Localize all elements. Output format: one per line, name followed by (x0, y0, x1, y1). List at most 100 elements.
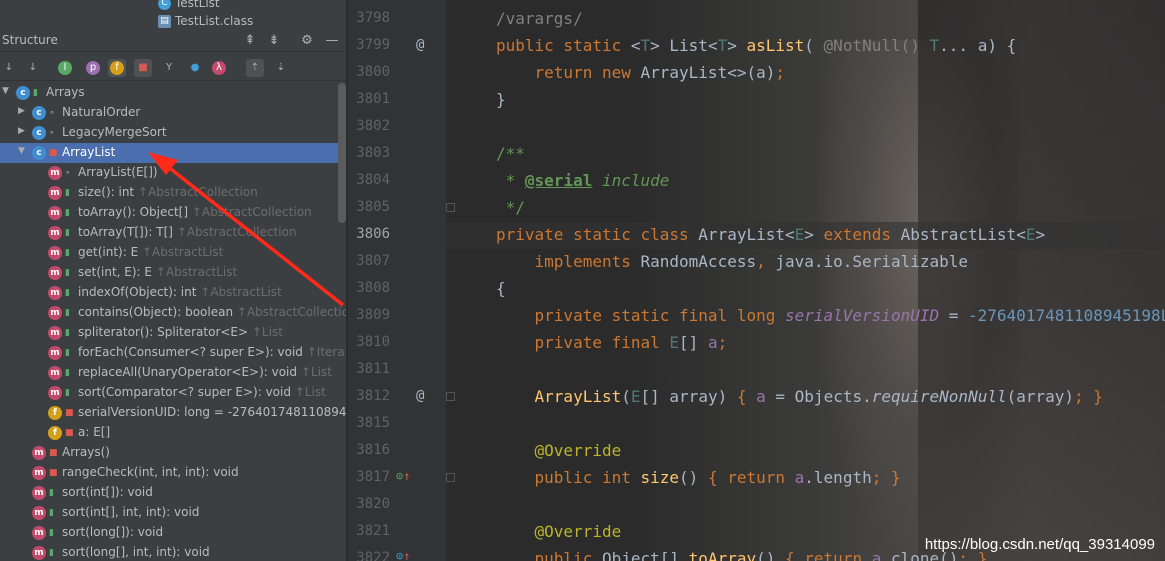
sort-alphabetically-icon[interactable]: ↓ (24, 59, 42, 77)
file-item-testlist[interactable]: C TestList (158, 0, 220, 11)
public-icon: ▮ (65, 248, 70, 258)
tree-item[interactable]: m ▮ size(): int ↑AbstractCollection (0, 183, 346, 203)
file-item-testlist-class[interactable]: ▤ TestList.class (158, 14, 253, 29)
tree-item[interactable]: m ▮ sort(long[], int, int): void (0, 543, 346, 561)
public-icon: ▮ (65, 208, 70, 218)
tree-item[interactable]: f ■ a: E[] (0, 423, 346, 443)
tree-item[interactable]: m ∘ ArrayList(E[]) (0, 163, 346, 183)
inherited-from: ↑List (297, 365, 332, 379)
tree-item[interactable]: m ▮ spliterator(): Spliterator<E> ↑List (0, 323, 346, 343)
tree-scrollbar[interactable] (338, 83, 346, 223)
tree-item-label: sort(int[]): void (62, 485, 153, 499)
expand-arrow-icon[interactable]: ▼ (2, 86, 12, 96)
tree-item[interactable]: m ▮ sort(int[]): void (0, 483, 346, 503)
collapse-all-icon[interactable]: ⇟ (266, 33, 282, 49)
show-lambda-icon[interactable]: λ (212, 61, 226, 75)
tree-item[interactable]: f ■ serialVersionUID: long = -276401748110… (0, 403, 346, 423)
tree-item[interactable]: m ▮ toArray(): Object[] ↑AbstractCollectio… (0, 203, 346, 223)
member-signature: rangeCheck(int, int, int): void (62, 465, 239, 479)
code-line-3806[interactable]: private static class ArrayList<E> extend… (496, 221, 1045, 248)
collapse-arrow-icon[interactable]: ▶ (18, 106, 28, 116)
code-line-3809[interactable]: private static final long serialVersionU… (496, 302, 1165, 329)
code-line-3798[interactable]: /varargs/ (496, 5, 583, 32)
method-icon: m (32, 546, 46, 560)
class-icon: c (32, 146, 46, 160)
code-line-3807[interactable]: implements RandomAccess, java.io.Seriali… (496, 248, 968, 275)
line-number: 3809 (356, 307, 390, 323)
method-icon: m (48, 286, 62, 300)
public-icon: ▮ (65, 348, 70, 358)
tree-item[interactable]: m ■ rangeCheck(int, int, int): void (0, 463, 346, 483)
tree-item[interactable]: m ▮ toArray(T[]): T[] ↑AbstractCollection (0, 223, 346, 243)
tree-item[interactable]: m ▮ sort(int[], int, int): void (0, 503, 346, 523)
class-icon: c (32, 106, 46, 120)
override-marker-icon[interactable]: @ (416, 37, 424, 53)
code-line-3805[interactable]: */ (496, 194, 525, 221)
tree-item[interactable]: ▶ c ∘ LegacyMergeSort (0, 123, 346, 143)
tree-item[interactable]: m ▮ contains(Object): boolean ↑AbstractCol… (0, 303, 346, 323)
code-line-3822[interactable]: public Object[] toArray() { return a.clo… (496, 545, 988, 561)
code-line-3816[interactable]: @Override (496, 437, 622, 464)
tree-item[interactable]: m ■ Arrays() (0, 443, 346, 463)
tree-item[interactable]: m ▮ replaceAll(UnaryOperator<E>): void ↑Li… (0, 363, 346, 383)
fold-marker-icon[interactable] (446, 473, 455, 482)
tree-item-label: indexOf(Object): int ↑AbstractList (78, 285, 282, 299)
tree-item-label: LegacyMergeSort (62, 125, 167, 139)
tree-item[interactable]: ▼ c ■ ArrayList (0, 143, 346, 163)
expand-all-icon[interactable]: ⇞ (242, 33, 258, 49)
code-line-3812[interactable]: ArrayList(E[] array) { a = Objects.requi… (496, 383, 1103, 410)
public-icon: ▮ (49, 528, 54, 538)
implements-up-icon[interactable]: ⊙↑ (396, 469, 410, 483)
tree-item[interactable]: m ▮ sort(long[]): void (0, 523, 346, 543)
tree-item-label: serialVersionUID: long = -27640174811089… (78, 405, 346, 419)
tree-item[interactable]: m ▮ indexOf(Object): int ↑AbstractList (0, 283, 346, 303)
class-icon: c (16, 86, 30, 100)
show-lambdas-icon[interactable]: ● (186, 59, 204, 77)
show-inherited-icon[interactable]: I (58, 61, 72, 75)
code-line-3817[interactable]: public int size() { return a.length; } (496, 464, 901, 491)
tree-item[interactable]: m ▮ forEach(Consumer<? super E>): void ↑It… (0, 343, 346, 363)
code-line-3801[interactable]: } (496, 86, 506, 113)
tree-item[interactable]: m ▮ get(int): E ↑AbstractList (0, 243, 346, 263)
override-marker-icon[interactable]: @ (416, 388, 424, 404)
tree-item[interactable]: m ▮ sort(Comparator<? super E>): void ↑Lis… (0, 383, 346, 403)
tree-item[interactable]: ▼ c ▮ Arrays (0, 83, 346, 103)
gear-icon[interactable]: ⚙ (299, 33, 315, 49)
line-number: 3802 (356, 118, 390, 134)
autoscroll-from-source-icon[interactable]: ⇣ (272, 59, 290, 77)
autoscroll-to-source-icon[interactable]: ⇡ (246, 59, 264, 77)
line-number: 3803 (356, 145, 390, 161)
show-properties-icon[interactable]: p (86, 61, 100, 75)
line-number: 3804 (356, 172, 390, 188)
code-line-3821[interactable]: @Override (496, 518, 622, 545)
member-signature: NaturalOrder (62, 105, 141, 119)
show-fields-icon[interactable]: f (108, 59, 126, 77)
fold-marker-icon[interactable] (446, 203, 455, 212)
member-signature: sort(int[], int, int): void (62, 505, 200, 519)
public-icon: ▮ (65, 308, 70, 318)
code-line-3810[interactable]: private final E[] a; (496, 329, 728, 356)
implements-up-icon[interactable]: ⊙↑ (396, 549, 410, 561)
code-line-3808[interactable]: { (496, 275, 506, 302)
expand-arrow-icon[interactable]: ▼ (18, 146, 28, 156)
minimize-icon[interactable]: — (324, 33, 340, 49)
show-anonymous-icon[interactable]: Y (160, 59, 178, 77)
public-icon: ▮ (65, 388, 70, 398)
tree-item[interactable]: m ▮ set(int, E): E ↑AbstractList (0, 263, 346, 283)
code-line-3804[interactable]: * @serial include (496, 167, 670, 194)
code-line-3799[interactable]: public static <T> List<T> asList( @NotNu… (496, 32, 1016, 59)
private-lock-icon: ■ (65, 428, 74, 438)
line-number: 3822 (356, 550, 390, 561)
public-icon: ▮ (49, 548, 54, 558)
tree-item-label: toArray(T[]): T[] ↑AbstractCollection (78, 225, 297, 239)
tree-item[interactable]: ▶ c ∘ NaturalOrder (0, 103, 346, 123)
show-non-public-icon[interactable]: ■ (134, 59, 152, 77)
collapse-arrow-icon[interactable]: ▶ (18, 126, 28, 136)
sort-by-visibility-icon[interactable]: ↓ (0, 59, 18, 77)
private-lock-icon: ■ (49, 448, 58, 458)
fold-marker-icon[interactable] (446, 392, 455, 401)
public-icon: ▮ (65, 268, 70, 278)
tree-item-label: Arrays (46, 85, 85, 99)
code-line-3800[interactable]: return new ArrayList<>(a); (496, 59, 785, 86)
code-line-3803[interactable]: /** (496, 140, 525, 167)
